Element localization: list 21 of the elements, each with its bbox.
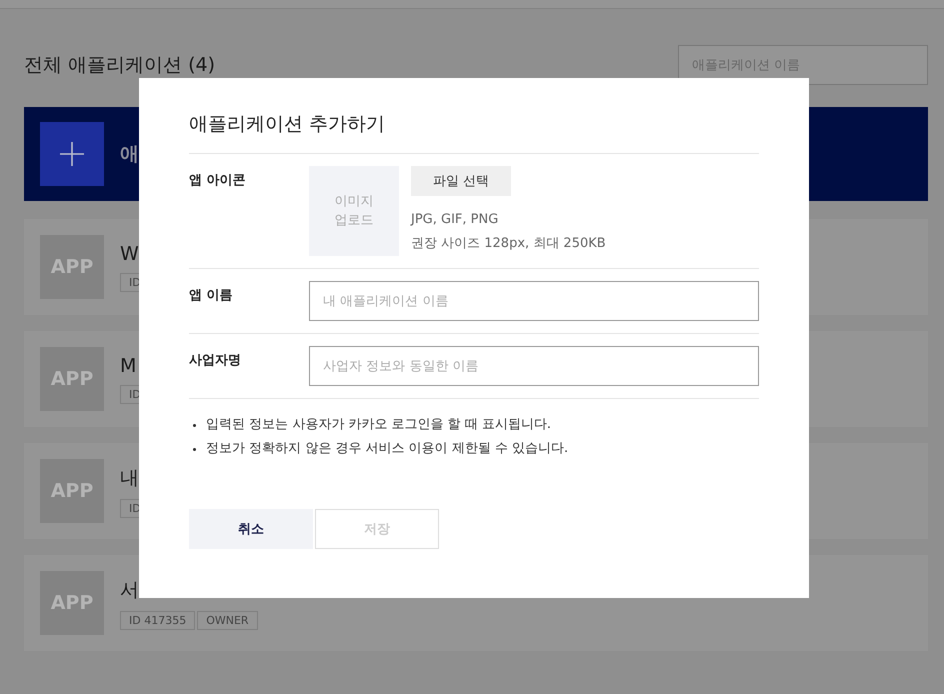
file-select-button[interactable]: 파일 선택 [411, 166, 511, 196]
app-name: 내 [120, 466, 140, 490]
note-text: 입력된 정보는 사용자가 카카오 로그인을 할 때 표시됩니다. [189, 413, 759, 437]
app-name: M [120, 354, 138, 376]
input-field[interactable]: 내 애플리케이션 이름 [309, 281, 759, 321]
note-text: 정보가 정확하지 않은 경우 서비스 이용이 제한될 수 있습니다. [189, 437, 759, 461]
field-label: 앱 아이콘 [189, 172, 247, 190]
page-title: 전체 애플리케이션 (4) [24, 53, 215, 78]
hint-text: JPG, GIF, PNG [411, 211, 500, 229]
hint-text: 권장 사이즈 128px, 최대 250KB [411, 235, 606, 253]
input-field[interactable]: 사업자 정보와 동일한 이름 [309, 346, 759, 386]
field-label: 앱 이름 [189, 287, 234, 305]
plus-icon [40, 122, 104, 186]
banner-label: 애 [120, 142, 139, 167]
app-tag: OWNER [197, 610, 258, 630]
app-tag: ID 417355 [120, 610, 196, 630]
field-label: 사업자명 [189, 352, 242, 370]
cancel-button[interactable]: 취소 [189, 509, 313, 549]
app-name: 서 [120, 578, 140, 602]
modal-title: 애플리케이션 추가하기 [189, 111, 759, 154]
app-name: W [120, 242, 140, 264]
